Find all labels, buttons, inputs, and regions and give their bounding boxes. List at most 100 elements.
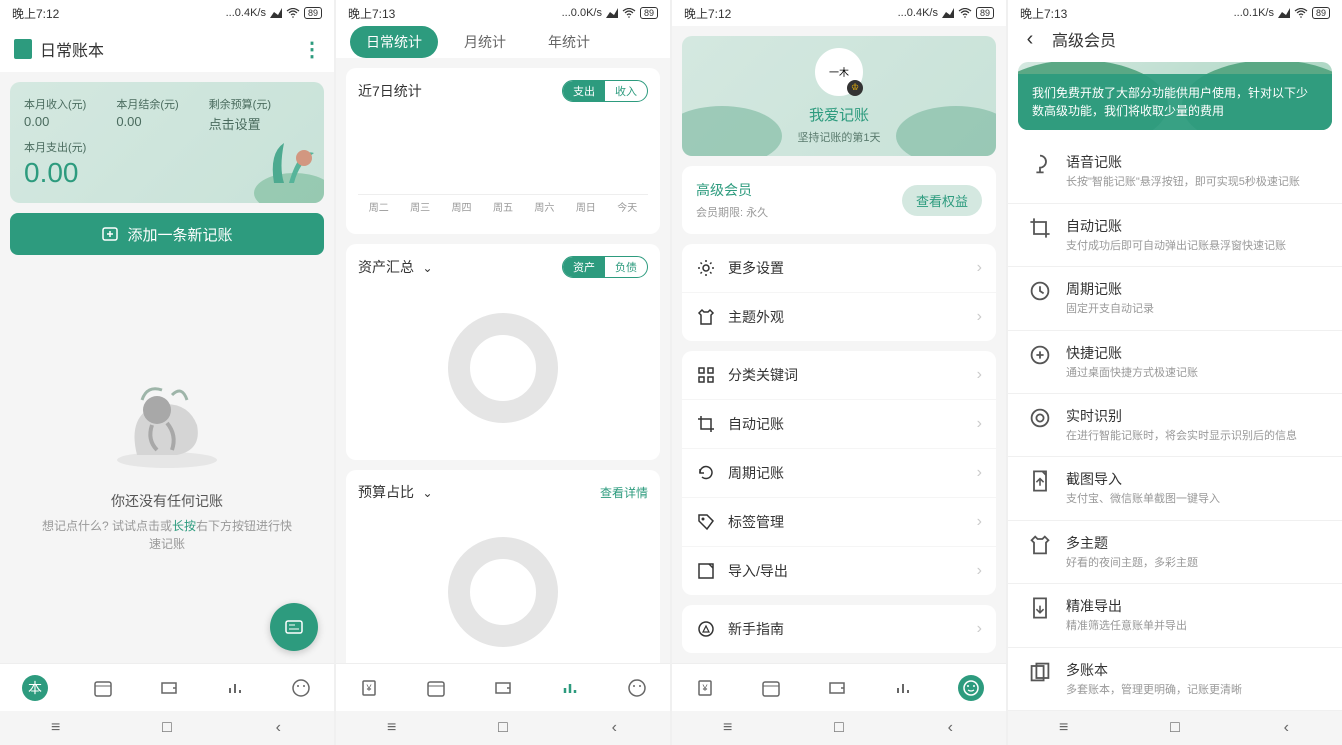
feature-desc: 固定开支自动记录 xyxy=(1066,302,1322,317)
item-theme[interactable]: 主题外观 › xyxy=(682,292,996,341)
vip-banner: 我们免费开放了大部分功能供用户使用，针对以下少数高级功能，我们将收取少量的费用 xyxy=(1018,62,1332,130)
screen-stats: 晚上7:13 ...0.0K/s 89 日常统计 月统计 年统计 近7日统计 支… xyxy=(336,0,670,745)
item-period-record[interactable]: 周期记账 › xyxy=(682,448,996,497)
tab-home[interactable]: ¥ xyxy=(358,677,380,699)
pill-income[interactable]: 收入 xyxy=(605,81,647,101)
tab-stats[interactable] xyxy=(224,677,246,699)
chevron-down-icon[interactable]: ⌄ xyxy=(422,486,432,500)
feature-item[interactable]: 自动记账 支付成功后即可自动弹出记账悬浮窗快速记账 xyxy=(1008,204,1342,267)
nav-recent-icon[interactable]: ≡ xyxy=(718,719,738,737)
chevron-right-icon: › xyxy=(977,620,982,638)
tab-daily-stats[interactable]: 日常统计 xyxy=(350,26,438,58)
nav-back-icon[interactable]: ‹ xyxy=(604,719,624,737)
feature-desc: 长按"智能记账"悬浮按钮，即可实现5秒极速记账 xyxy=(1066,175,1322,190)
status-time: 晚上7:13 xyxy=(348,5,395,22)
tab-wallet[interactable] xyxy=(492,677,514,699)
screen-vip: 晚上7:13 ...0.1K/s 89 ‹ 高级会员 我们免费开放了大部分功能供… xyxy=(1008,0,1342,745)
feature-icon xyxy=(1028,533,1052,557)
tab-yearly-stats[interactable]: 年统计 xyxy=(532,26,606,58)
summary-card: 本月收入(元) 0.00 本月结余(元) 0.00 剩余预算(元) 点击设置 本… xyxy=(10,82,324,203)
tab-stats[interactable] xyxy=(559,677,581,699)
pill-asset[interactable]: 资产 xyxy=(563,257,605,277)
feature-title: 实时识别 xyxy=(1066,406,1322,426)
tab-calendar[interactable] xyxy=(92,677,114,699)
vip-card[interactable]: 高级会员 会员期限: 永久 查看权益 xyxy=(682,166,996,234)
nav-home-icon[interactable]: □ xyxy=(829,719,849,737)
status-bar: 晚上7:12 ...0.4K/s 89 xyxy=(0,0,334,26)
tab-wallet[interactable] xyxy=(826,677,848,699)
system-nav: ≡ □ ‹ xyxy=(672,711,1006,745)
budget-label: 剩余预算(元) xyxy=(209,96,271,112)
compass-icon xyxy=(696,619,716,639)
empty-title: 你还没有任何记账 xyxy=(111,491,223,511)
feature-icon xyxy=(1028,596,1052,620)
view-detail-link[interactable]: 查看详情 xyxy=(600,484,648,501)
nav-back-icon[interactable]: ‹ xyxy=(940,719,960,737)
item-category-keywords[interactable]: 分类关键词 › xyxy=(682,351,996,399)
bottom-nav: ¥ xyxy=(672,663,1006,711)
nav-home-icon[interactable]: □ xyxy=(157,719,177,737)
tab-profile[interactable] xyxy=(290,677,312,699)
view-benefits-button[interactable]: 查看权益 xyxy=(902,185,982,216)
tab-stats[interactable] xyxy=(892,677,914,699)
card-title[interactable]: 预算占比 xyxy=(358,484,414,500)
quick-add-fab[interactable] xyxy=(270,603,318,651)
feature-title: 多账本 xyxy=(1066,660,1322,680)
balance-value: 0.00 xyxy=(116,114,178,129)
pill-expense[interactable]: 支出 xyxy=(563,81,605,101)
feature-item[interactable]: 多主题 好看的夜间主题，多彩主题 xyxy=(1008,521,1342,584)
income-value: 0.00 xyxy=(24,114,86,129)
feature-desc: 通过桌面快捷方式极速记账 xyxy=(1066,366,1322,381)
feature-item[interactable]: 语音记账 长按"智能记账"悬浮按钮，即可实现5秒极速记账 xyxy=(1008,140,1342,203)
feature-item[interactable]: 快捷记账 通过桌面快捷方式极速记账 xyxy=(1008,331,1342,394)
feature-icon xyxy=(1028,152,1052,176)
nav-home-icon[interactable]: □ xyxy=(1165,719,1185,737)
screen-home: 晚上7:12 ...0.4K/s 89 日常账本 ⋮ 本月收入(元) 0.00 … xyxy=(0,0,334,745)
more-menu-icon[interactable]: ⋮ xyxy=(302,37,320,62)
add-record-button[interactable]: 添加一条新记账 xyxy=(10,213,324,255)
nav-back-icon[interactable]: ‹ xyxy=(268,719,288,737)
item-more-settings[interactable]: 更多设置 › xyxy=(682,244,996,292)
nav-back-icon[interactable]: ‹ xyxy=(1276,719,1296,737)
feature-item[interactable]: 多账本 多套账本，管理更明确，记账更清晰 xyxy=(1008,648,1342,711)
tab-calendar[interactable] xyxy=(760,677,782,699)
item-newbie-guide[interactable]: 新手指南 › xyxy=(682,605,996,653)
chevron-right-icon: › xyxy=(977,415,982,433)
system-nav: ≡ □ ‹ xyxy=(336,711,670,745)
card-title[interactable]: 资产汇总 xyxy=(358,259,414,275)
chevron-down-icon[interactable]: ⌄ xyxy=(422,261,432,275)
tab-home[interactable]: ¥ xyxy=(694,677,716,699)
avatar[interactable]: 一木 ♔ xyxy=(815,48,863,96)
tab-calendar[interactable] xyxy=(425,677,447,699)
back-button[interactable]: ‹ xyxy=(1018,28,1042,51)
tab-wallet[interactable] xyxy=(158,677,180,699)
nav-recent-icon[interactable]: ≡ xyxy=(382,719,402,737)
nav-recent-icon[interactable]: ≡ xyxy=(1054,719,1074,737)
item-auto-record[interactable]: 自动记账 › xyxy=(682,399,996,448)
feature-icon xyxy=(1028,406,1052,430)
settings-group-1: 更多设置 › 主题外观 › xyxy=(682,244,996,341)
feature-title: 自动记账 xyxy=(1066,216,1322,236)
pill-debt[interactable]: 负债 xyxy=(605,257,647,277)
feature-item[interactable]: 精准导出 精准筛选任意账单并导出 xyxy=(1008,584,1342,647)
tab-monthly-stats[interactable]: 月统计 xyxy=(448,26,522,58)
nav-recent-icon[interactable]: ≡ xyxy=(46,719,66,737)
tab-profile[interactable] xyxy=(626,677,648,699)
ledger-title[interactable]: 日常账本 xyxy=(40,37,302,61)
tab-home[interactable]: 本 xyxy=(22,675,48,701)
feature-item[interactable]: 周期记账 固定开支自动记录 xyxy=(1008,267,1342,330)
feature-desc: 多套账本，管理更明确，记账更清晰 xyxy=(1066,683,1322,698)
tab-profile[interactable] xyxy=(958,675,984,701)
item-tag-manage[interactable]: 标签管理 › xyxy=(682,497,996,546)
status-bar: 晚上7:13 ...0.1K/s 89 xyxy=(1008,0,1342,26)
import-export-icon xyxy=(696,561,716,581)
item-import-export[interactable]: 导入/导出 › xyxy=(682,546,996,595)
status-time: 晚上7:12 xyxy=(12,5,59,22)
empty-subtitle: 想记点什么? 试试点击或长按右下方按钮进行快速记账 xyxy=(40,517,294,553)
status-bar: 晚上7:13 ...0.0K/s 89 xyxy=(336,0,670,26)
feature-item[interactable]: 实时识别 在进行智能记账时，将会实时显示识别后的信息 xyxy=(1008,394,1342,457)
nav-home-icon[interactable]: □ xyxy=(493,719,513,737)
feature-item[interactable]: 截图导入 支付宝、微信账单截图一键导入 xyxy=(1008,457,1342,520)
system-nav: ≡ □ ‹ xyxy=(1008,711,1342,745)
status-bar: 晚上7:12 ...0.4K/s 89 xyxy=(672,0,1006,26)
